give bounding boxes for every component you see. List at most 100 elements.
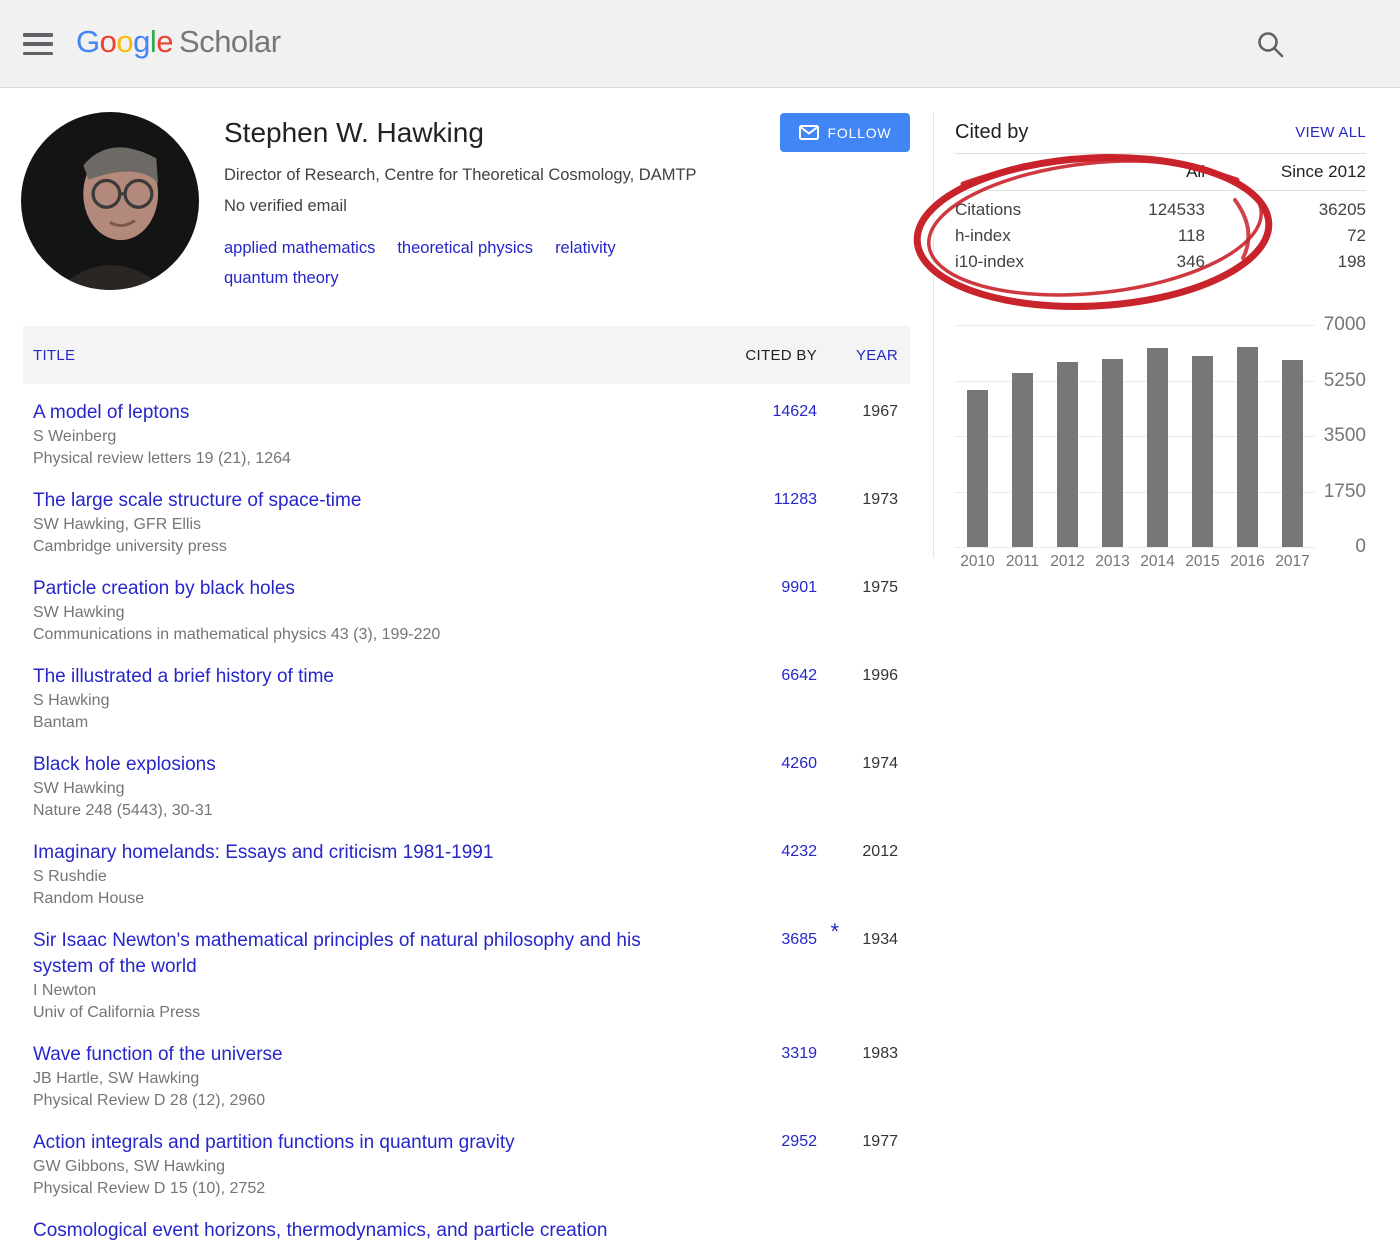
publication-authors: SW Hawking xyxy=(33,602,697,624)
col-all-label: All xyxy=(1085,162,1205,182)
interest-tag-link[interactable]: applied mathematics xyxy=(224,235,375,261)
publication-venue: Univ of California Press xyxy=(33,1002,697,1024)
publication-title-link[interactable]: Black hole explosions xyxy=(33,754,216,775)
publication-year: 1973 xyxy=(817,488,898,509)
publication-row: Black hole explosions SW Hawking Nature … xyxy=(23,736,910,824)
citation-bar-2011[interactable] xyxy=(1012,373,1033,547)
publication-row: The illustrated a brief history of time … xyxy=(23,648,910,736)
cited-by-panel: Cited by VIEW ALL All Since 2012 Citatio… xyxy=(955,112,1366,275)
publication-title-link[interactable]: Particle creation by black holes xyxy=(33,578,295,599)
publication-authors: SW Hawking xyxy=(33,778,697,800)
publication-authors: S Weinberg xyxy=(33,426,697,448)
publication-title-link[interactable]: Action integrals and partition functions… xyxy=(33,1132,515,1153)
search-icon[interactable] xyxy=(1254,28,1288,62)
chart-x-tick-label: 2011 xyxy=(1000,553,1045,571)
citation-bar-2014[interactable] xyxy=(1147,348,1168,547)
metric-label: h-index xyxy=(955,226,1085,246)
citation-metric-row: i10-index 346 198 xyxy=(955,249,1366,275)
publication-row: Cosmological event horizons, thermodynam… xyxy=(23,1202,910,1246)
publication-row: Imaginary homelands: Essays and criticis… xyxy=(23,824,910,912)
citation-bar-2013[interactable] xyxy=(1102,359,1123,547)
publication-cited-by-link[interactable]: 3685 xyxy=(781,931,817,948)
publication-cited-by-link[interactable]: 14624 xyxy=(773,403,818,420)
citation-bar-2012[interactable] xyxy=(1057,362,1078,547)
chart-gridline xyxy=(955,325,1315,326)
publication-year: 1967 xyxy=(817,400,898,421)
chart-x-tick-label: 2013 xyxy=(1090,553,1135,571)
metric-label: i10-index xyxy=(955,252,1085,272)
chart-x-tick-label: 2014 xyxy=(1135,553,1180,571)
envelope-icon xyxy=(799,125,819,140)
chart-x-tick-label: 2012 xyxy=(1045,553,1090,571)
publication-cited-by-link[interactable]: 2952 xyxy=(781,1133,817,1150)
view-all-link[interactable]: VIEW ALL xyxy=(1295,124,1366,141)
cited-by-title: Cited by xyxy=(955,121,1028,144)
citation-bar-2017[interactable] xyxy=(1282,360,1303,547)
menu-hamburger-icon[interactable] xyxy=(22,30,54,58)
metric-value-since: 36205 xyxy=(1205,200,1366,220)
metric-value-since: 72 xyxy=(1205,226,1366,246)
metric-value-since: 198 xyxy=(1205,252,1366,272)
profile-affiliation: Director of Research, Centre for Theoret… xyxy=(224,162,764,188)
publication-authors: JB Hartle, SW Hawking xyxy=(33,1068,697,1090)
publication-cited-by-link[interactable]: 11283 xyxy=(774,491,817,508)
google-logo-text: Google xyxy=(76,24,173,59)
publication-cited-by-link[interactable]: 4260 xyxy=(781,755,817,772)
publication-venue: Cambridge university press xyxy=(33,536,697,558)
citation-bar-2010[interactable] xyxy=(967,390,988,547)
publication-row: A model of leptons S Weinberg Physical r… xyxy=(23,384,910,472)
sort-by-title-header[interactable]: TITLE xyxy=(33,347,717,364)
chart-y-tick-label: 7000 xyxy=(1315,314,1366,336)
publication-year: 1974 xyxy=(817,752,898,773)
publication-authors: SW Hawking, GFR Ellis xyxy=(33,514,697,536)
publication-cited-by-link[interactable]: 3319 xyxy=(781,1045,817,1062)
publication-year: 1983 xyxy=(817,1042,898,1063)
publication-title-link[interactable]: Wave function of the universe xyxy=(33,1044,283,1065)
publication-title-link[interactable]: Imaginary homelands: Essays and criticis… xyxy=(33,842,493,863)
google-scholar-logo[interactable]: GoogleScholar xyxy=(76,24,281,60)
publication-venue: Bantam xyxy=(33,712,697,734)
profile-name: Stephen W. Hawking xyxy=(224,114,784,152)
citation-bar-2015[interactable] xyxy=(1192,356,1213,547)
publication-year: 1996 xyxy=(817,664,898,685)
publication-title-link[interactable]: A model of leptons xyxy=(33,402,189,423)
chart-x-tick-label: 2015 xyxy=(1180,553,1225,571)
metric-value-all: 118 xyxy=(1085,226,1205,246)
publication-row: Particle creation by black holes SW Hawk… xyxy=(23,560,910,648)
publication-venue: Physical review letters 19 (21), 1264 xyxy=(33,448,697,470)
publication-venue: Communications in mathematical physics 4… xyxy=(33,624,697,646)
col-since-label: Since 2012 xyxy=(1205,162,1366,182)
interest-tag-link[interactable]: theoretical physics xyxy=(397,235,533,261)
publication-title-link[interactable]: Sir Isaac Newton's mathematical principl… xyxy=(33,930,641,977)
publication-title-link[interactable]: Cosmological event horizons, thermodynam… xyxy=(33,1220,608,1241)
interest-tag-link[interactable]: relativity xyxy=(555,235,616,261)
follow-button-label: FOLLOW xyxy=(828,125,892,141)
publication-cited-by-link[interactable]: 9901 xyxy=(781,579,817,596)
citation-metric-row: Citations 124533 36205 xyxy=(955,197,1366,223)
publication-cited-by-link[interactable]: 6642 xyxy=(781,667,817,684)
publication-row: Sir Isaac Newton's mathematical principl… xyxy=(23,912,910,1026)
co-authored-asterisk[interactable]: * xyxy=(830,919,839,945)
publication-title-link[interactable]: The illustrated a brief history of time xyxy=(33,666,334,687)
publication-cited-by-link[interactable]: 4232 xyxy=(781,843,817,860)
chart-gridline xyxy=(955,492,1315,493)
interest-tag-link[interactable]: quantum theory xyxy=(224,265,339,291)
citation-bar-2016[interactable] xyxy=(1237,347,1258,547)
sort-by-year-header[interactable]: YEAR xyxy=(817,347,898,364)
logo-letter: o xyxy=(116,24,133,59)
publication-title-link[interactable]: The large scale structure of space-time xyxy=(33,490,361,511)
citation-metric-row: h-index 118 72 xyxy=(955,223,1366,249)
logo-letter: o xyxy=(100,24,117,59)
publications-table-header: TITLE CITED BY YEAR xyxy=(23,326,910,384)
profile-info: Stephen W. Hawking Director of Research,… xyxy=(224,114,784,291)
profile-email-status: No verified email xyxy=(224,193,784,219)
publications-table: TITLE CITED BY YEAR A model of leptons S… xyxy=(23,326,910,1246)
publication-row: Action integrals and partition functions… xyxy=(23,1114,910,1202)
publication-row: Wave function of the universe JB Hartle,… xyxy=(23,1026,910,1114)
top-app-bar: GoogleScholar xyxy=(0,0,1400,88)
metric-value-all: 124533 xyxy=(1085,200,1205,220)
chart-x-tick-label: 2017 xyxy=(1270,553,1315,571)
cited-by-column-headers: All Since 2012 xyxy=(955,154,1366,191)
chart-y-tick-label: 1750 xyxy=(1315,481,1366,503)
follow-button[interactable]: FOLLOW xyxy=(780,113,910,152)
